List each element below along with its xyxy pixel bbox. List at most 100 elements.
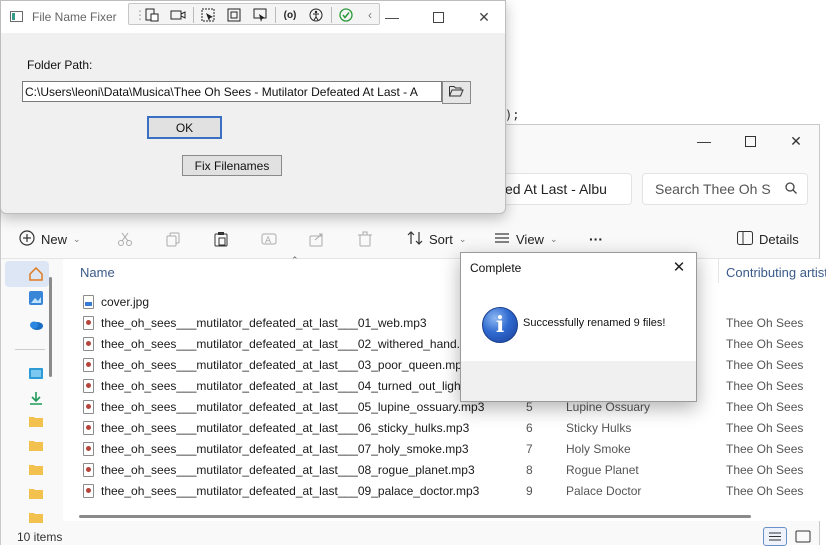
window-title: File Name Fixer xyxy=(32,10,117,24)
file-row[interactable]: thee_oh_sees___mutilator_defeated_at_las… xyxy=(79,397,819,418)
track-number: 5 xyxy=(526,400,533,414)
live-visual-tree-icon[interactable] xyxy=(143,6,161,24)
folder-path-input[interactable] xyxy=(22,81,442,102)
file-row[interactable]: cover.jpg xyxy=(79,292,819,313)
file-name: thee_oh_sees___mutilator_defeated_at_las… xyxy=(101,400,485,414)
track-number: 9 xyxy=(526,484,533,498)
contributing-artist: Thee Oh Sees xyxy=(726,358,804,372)
file-name: thee_oh_sees___mutilator_defeated_at_las… xyxy=(101,337,484,351)
file-name: thee_oh_sees___mutilator_defeated_at_las… xyxy=(101,463,475,477)
view-button[interactable]: View ⌄ xyxy=(494,227,558,251)
sort-button[interactable]: Sort ⌄ xyxy=(407,227,466,251)
folder-icon[interactable] xyxy=(29,487,43,501)
accessibility-icon[interactable] xyxy=(307,6,325,24)
track-number: 8 xyxy=(526,463,533,477)
audio-file-icon xyxy=(83,463,94,477)
folder-icon[interactable] xyxy=(29,463,43,477)
downloads-icon[interactable] xyxy=(29,391,43,405)
file-name-fixer-window: File Name Fixer ⋮ (o) ‹ — ✕ Folder Path:… xyxy=(0,0,506,214)
column-divider[interactable] xyxy=(718,259,719,283)
search-input[interactable]: Search Thee Oh S xyxy=(642,173,808,205)
image-file-icon xyxy=(83,295,94,309)
file-row[interactable]: thee_oh_sees___mutilator_defeated_at_las… xyxy=(79,418,819,439)
file-row[interactable]: thee_oh_sees___mutilator_defeated_at_las… xyxy=(79,313,819,334)
close-icon[interactable]: ✕ xyxy=(666,256,692,278)
column-header-name[interactable]: Name xyxy=(80,265,115,280)
video-icon[interactable] xyxy=(169,6,187,24)
contributing-artist: Thee Oh Sees xyxy=(726,484,804,498)
contributing-artist: Thee Oh Sees xyxy=(726,379,804,393)
details-pane-icon xyxy=(737,230,753,248)
binding-failures-icon[interactable]: (o) xyxy=(281,6,299,24)
new-label: New xyxy=(41,231,68,247)
chevron-down-icon: ⌄ xyxy=(458,233,467,244)
share-icon[interactable] xyxy=(305,227,329,251)
info-icon: i xyxy=(482,307,518,343)
toolbar-separator xyxy=(331,7,332,23)
track-title: Holy Smoke xyxy=(566,442,631,456)
hot-reload-ok-icon[interactable] xyxy=(337,6,355,24)
nav-scrollbar[interactable] xyxy=(49,277,52,377)
file-row[interactable]: thee_oh_sees___mutilator_defeated_at_las… xyxy=(79,376,819,397)
file-row[interactable]: thee_oh_sees___mutilator_defeated_at_las… xyxy=(79,334,819,355)
contributing-artist: Thee Oh Sees xyxy=(726,421,804,435)
select-element-icon[interactable] xyxy=(199,6,217,24)
browse-folder-button[interactable] xyxy=(442,81,471,104)
file-row[interactable]: thee_oh_sees___mutilator_defeated_at_las… xyxy=(79,355,819,376)
ok-button[interactable]: OK xyxy=(147,116,222,139)
file-name: thee_oh_sees___mutilator_defeated_at_las… xyxy=(101,379,491,393)
plus-circle-icon xyxy=(19,229,35,249)
column-header-contributing-artists[interactable]: Contributing artist xyxy=(726,265,826,280)
horizontal-scrollbar[interactable] xyxy=(79,515,751,518)
minimize-icon[interactable]: — xyxy=(681,125,727,157)
track-focus-icon[interactable] xyxy=(251,6,269,24)
new-button[interactable]: New ⌄ xyxy=(19,227,81,251)
file-name: thee_oh_sees___mutilator_defeated_at_las… xyxy=(101,442,469,456)
complete-dialog: Complete ✕ i Successfully renamed 9 file… xyxy=(460,252,697,402)
toolbar-separator xyxy=(193,7,194,23)
file-name: thee_oh_sees___mutilator_defeated_at_las… xyxy=(101,358,469,372)
close-icon[interactable]: ✕ xyxy=(461,1,507,33)
see-more-button[interactable]: ··· xyxy=(589,227,603,251)
display-layout-adorners-icon[interactable] xyxy=(225,6,243,24)
delete-icon[interactable] xyxy=(353,227,377,251)
desktop-icon[interactable] xyxy=(29,367,43,381)
maximize-icon[interactable] xyxy=(415,1,461,33)
dialog-message: Successfully renamed 9 files! xyxy=(523,317,666,329)
maximize-icon[interactable] xyxy=(727,125,773,157)
nav-divider xyxy=(15,349,45,350)
audio-file-icon xyxy=(83,442,94,456)
code-fragment: ); xyxy=(505,108,520,122)
cut-icon[interactable] xyxy=(113,227,137,251)
file-row[interactable]: thee_oh_sees___mutilator_defeated_at_las… xyxy=(79,439,819,460)
fixer-title-bar[interactable]: File Name Fixer ⋮ (o) ‹ — ✕ xyxy=(1,1,505,33)
home-icon[interactable] xyxy=(29,266,43,281)
folder-path-label: Folder Path: xyxy=(27,58,93,72)
file-name: thee_oh_sees___mutilator_defeated_at_las… xyxy=(101,316,427,330)
folder-icon[interactable] xyxy=(29,439,43,453)
minimize-icon[interactable]: — xyxy=(369,1,415,33)
tiles-view-toggle[interactable] xyxy=(793,527,813,546)
copy-icon[interactable] xyxy=(161,227,185,251)
fix-filenames-button[interactable]: Fix Filenames xyxy=(182,155,282,176)
track-number: 6 xyxy=(526,421,533,435)
onedrive-icon[interactable] xyxy=(29,317,43,331)
svg-text:A: A xyxy=(265,236,272,246)
debug-toolbar: ⋮ (o) ‹ xyxy=(128,3,380,25)
file-row[interactable]: thee_oh_sees___mutilator_defeated_at_las… xyxy=(79,481,819,502)
rename-icon[interactable]: A xyxy=(257,227,281,251)
audio-file-icon xyxy=(83,379,94,393)
folder-icon[interactable] xyxy=(29,511,43,525)
contributing-artist: Thee Oh Sees xyxy=(726,337,804,351)
contributing-artist: Thee Oh Sees xyxy=(726,316,804,330)
details-pane-button[interactable]: Details xyxy=(737,227,799,251)
details-view-toggle[interactable] xyxy=(763,527,787,546)
audio-file-icon xyxy=(83,421,94,435)
file-name: cover.jpg xyxy=(101,295,150,309)
address-bar[interactable]: ed At Last - Albu xyxy=(496,173,632,205)
folder-icon[interactable] xyxy=(29,415,43,429)
gallery-icon[interactable] xyxy=(29,291,43,305)
close-icon[interactable]: ✕ xyxy=(773,125,819,157)
paste-icon[interactable] xyxy=(209,227,233,251)
file-row[interactable]: thee_oh_sees___mutilator_defeated_at_las… xyxy=(79,460,819,481)
